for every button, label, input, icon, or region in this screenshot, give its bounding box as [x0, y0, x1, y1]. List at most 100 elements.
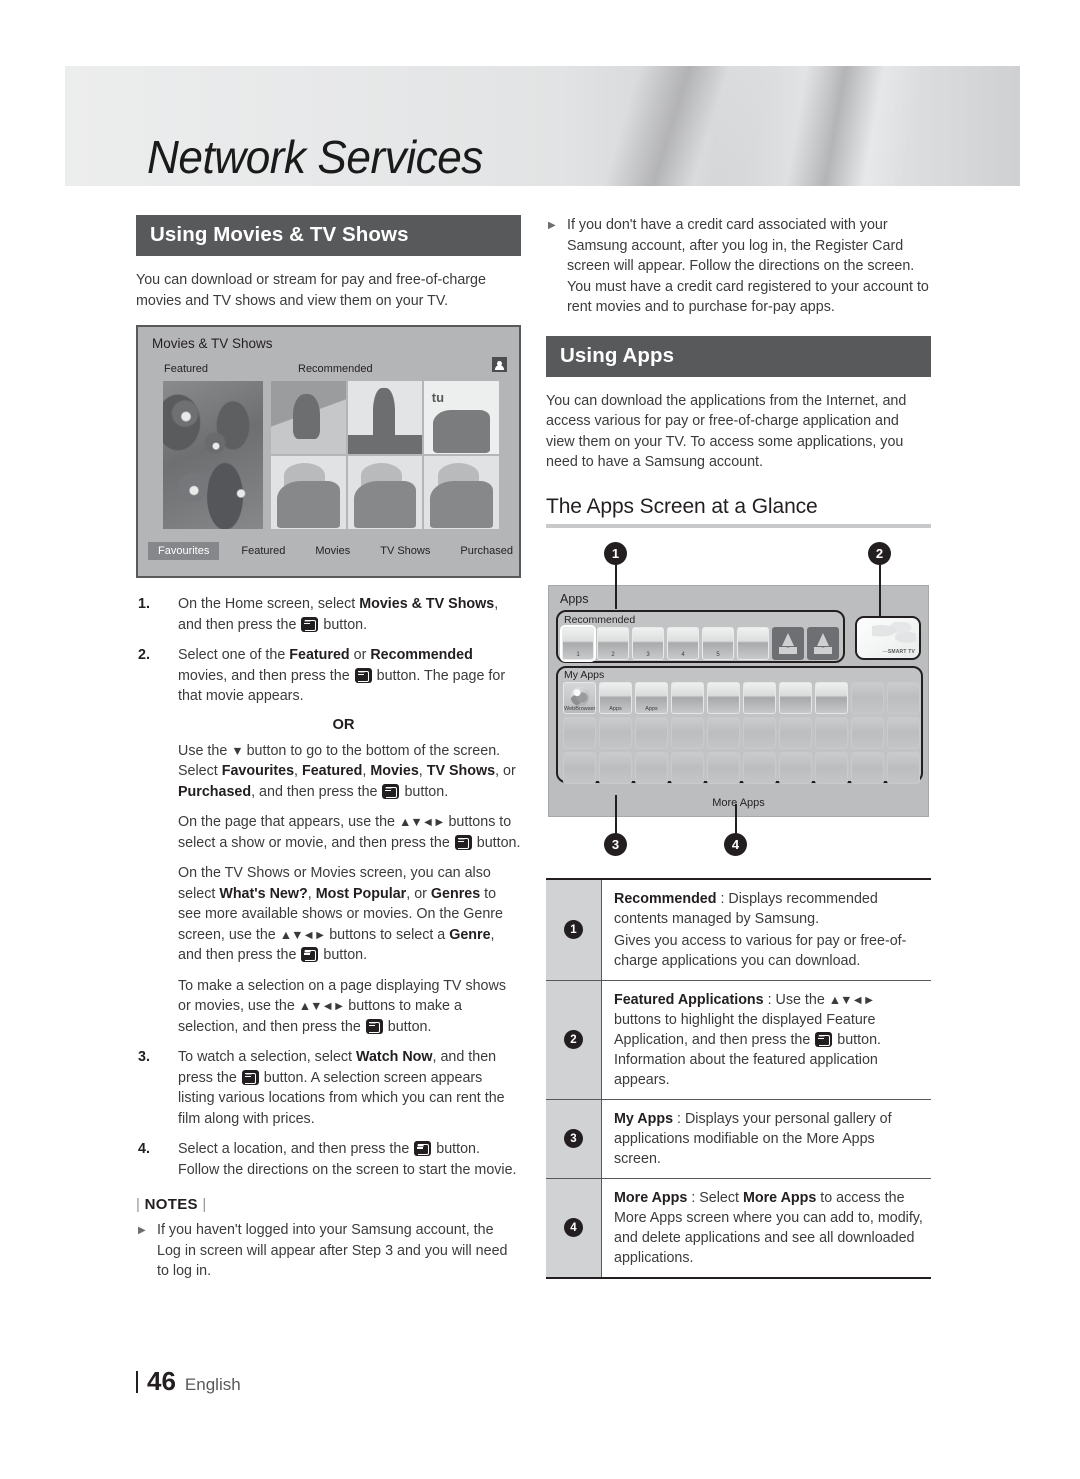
legend-number-badge: 1 [564, 920, 583, 939]
my-apps-tile[interactable] [599, 751, 632, 784]
apps-legend-table: 1 Recommended : Displays recommended cont… [546, 877, 931, 1279]
recommended-app-tile[interactable]: 2 [597, 626, 629, 660]
apps-mock-title: Apps [560, 591, 589, 606]
smart-tv-logo: —SMART TV [882, 648, 915, 655]
nav-tab-favourites[interactable]: Favourites [148, 542, 220, 560]
my-apps-tile[interactable] [743, 751, 776, 784]
emphasis-text: More Apps [742, 1189, 817, 1206]
my-apps-tile[interactable] [779, 751, 812, 784]
recommended-label: Recommended [564, 613, 636, 626]
promo-app-tile[interactable] [807, 626, 839, 660]
page-banner: Network Services [65, 66, 1020, 186]
direction-arrows-icon: ▲▼◄► [828, 992, 875, 1007]
my-apps-tile[interactable] [887, 716, 920, 749]
my-apps-tile[interactable] [707, 751, 740, 784]
recommended-app-tile[interactable]: 3 [632, 626, 664, 660]
instruction-substep: Use the ▼ button to go to the bottom of … [136, 741, 521, 803]
substeps-list: Use the ▼ button to go to the bottom of … [136, 741, 521, 1038]
my-apps-tile[interactable] [671, 681, 704, 714]
nav-tab-purchased[interactable]: Purchased [452, 542, 521, 560]
my-apps-tile[interactable] [671, 716, 704, 749]
my-apps-tile[interactable] [851, 681, 884, 714]
my-apps-tile[interactable]: Apps [635, 681, 668, 714]
my-apps-tile[interactable] [635, 716, 668, 749]
my-apps-tile[interactable] [815, 751, 848, 784]
my-apps-tile[interactable] [887, 751, 920, 784]
my-apps-tile[interactable] [635, 751, 668, 784]
my-apps-tile[interactable] [599, 716, 632, 749]
direction-arrows-icon: ▲▼◄► [279, 927, 326, 942]
featured-application-panel[interactable]: —SMART TV [855, 615, 921, 660]
footer-rule [136, 1371, 138, 1393]
web-browser-app-tile[interactable]: WebBrowser [563, 681, 596, 714]
nav-tab-movies[interactable]: Movies [307, 542, 358, 560]
promo-app-tile[interactable] [772, 626, 804, 660]
recommended-thumbnail[interactable] [347, 456, 423, 529]
my-apps-tile[interactable] [563, 751, 596, 784]
my-apps-tile[interactable] [707, 681, 740, 714]
my-apps-tile[interactable] [743, 716, 776, 749]
enter-button-icon [354, 667, 372, 683]
my-apps-tile[interactable] [743, 681, 776, 714]
mock-label-featured: Featured [164, 363, 209, 375]
thumbnail-text: tu [431, 389, 445, 405]
recommended-thumbnail[interactable] [424, 456, 499, 529]
my-apps-tile[interactable] [851, 716, 884, 749]
more-apps-label[interactable]: More Apps [549, 797, 928, 809]
emphasis-text: Genres [430, 885, 481, 902]
instruction-step: 2. Select one of the Featured or Recommen… [136, 645, 521, 707]
recommended-app-tile[interactable] [737, 626, 769, 660]
my-apps-tile[interactable] [707, 716, 740, 749]
direction-arrows-icon: ▼ [231, 743, 243, 758]
enter-button-icon [454, 834, 472, 850]
body-text-run: or [349, 647, 371, 663]
my-apps-tile[interactable] [671, 751, 704, 784]
my-apps-tile[interactable] [887, 681, 920, 714]
emphasis-text: Movies [370, 763, 419, 779]
recommended-app-tile[interactable]: 1 [560, 624, 596, 662]
recommended-thumbnail[interactable] [347, 381, 423, 454]
featured-poster-thumbnail[interactable] [163, 381, 263, 529]
my-apps-tile[interactable] [779, 716, 812, 749]
recommended-thumbnail[interactable] [271, 381, 346, 454]
tile-number: 1 [576, 651, 580, 658]
globe-icon [570, 686, 589, 706]
callout-leader-1 [614, 563, 617, 609]
my-apps-tile[interactable] [779, 681, 812, 714]
my-apps-tile[interactable] [851, 751, 884, 784]
legend-description: Featured Applications : Use the ▲▼◄► but… [602, 981, 931, 1099]
my-apps-tile[interactable]: Apps [599, 681, 632, 714]
recommended-app-tile[interactable]: 4 [667, 626, 699, 660]
legend-number-badge: 2 [564, 1030, 583, 1049]
right-column: ▶ If you don't have a credit card associa… [546, 215, 931, 1279]
my-apps-tile[interactable] [563, 716, 596, 749]
body-text-run: button. [383, 1018, 432, 1035]
apps-intro-text: You can download the applications from t… [546, 392, 907, 471]
legend-description: Recommended : Displays recommended conte… [602, 880, 931, 980]
my-apps-label: My Apps [564, 668, 605, 681]
legend-row: 2 Featured Applications : Use the ▲▼◄► bu… [546, 980, 931, 1100]
body-text-run: buttons to select a [325, 926, 450, 943]
recommended-thumbnail[interactable] [271, 456, 346, 529]
recommended-thumbnail[interactable]: tu [424, 381, 499, 454]
instruction-substep: To make a selection on a page displaying… [136, 976, 521, 1038]
body-text-run: On the Home screen, select [178, 596, 360, 612]
instruction-step: 3. To watch a selection, select Watch Now… [136, 1047, 521, 1129]
tile-number: 2 [611, 651, 615, 658]
recommended-app-tile[interactable]: 5 [702, 626, 734, 660]
emphasis-text: Favourites [221, 763, 295, 779]
enter-button-icon [815, 1031, 833, 1047]
tile-number: 3 [646, 651, 650, 658]
nav-tab-featured[interactable]: Featured [233, 542, 293, 560]
apps-screen-diagram: 1 2 Apps Recommended 1 2 3 4 5 —SMART TV My … [546, 541, 931, 862]
callout-marker-1: 1 [604, 541, 627, 565]
note-text: If you haven't logged into your Samsung … [157, 1222, 508, 1279]
step-number: 3. [138, 1049, 150, 1065]
my-apps-tile[interactable] [815, 681, 848, 714]
page-title: Network Services [147, 131, 483, 183]
emphasis-text: Genre [449, 926, 491, 943]
nav-tab-tv-shows[interactable]: TV Shows [372, 542, 438, 560]
emphasis-text: Purchased [178, 783, 252, 800]
notes-list-top-right: ▶ If you don't have a credit card associa… [546, 215, 931, 318]
my-apps-tile[interactable] [815, 716, 848, 749]
